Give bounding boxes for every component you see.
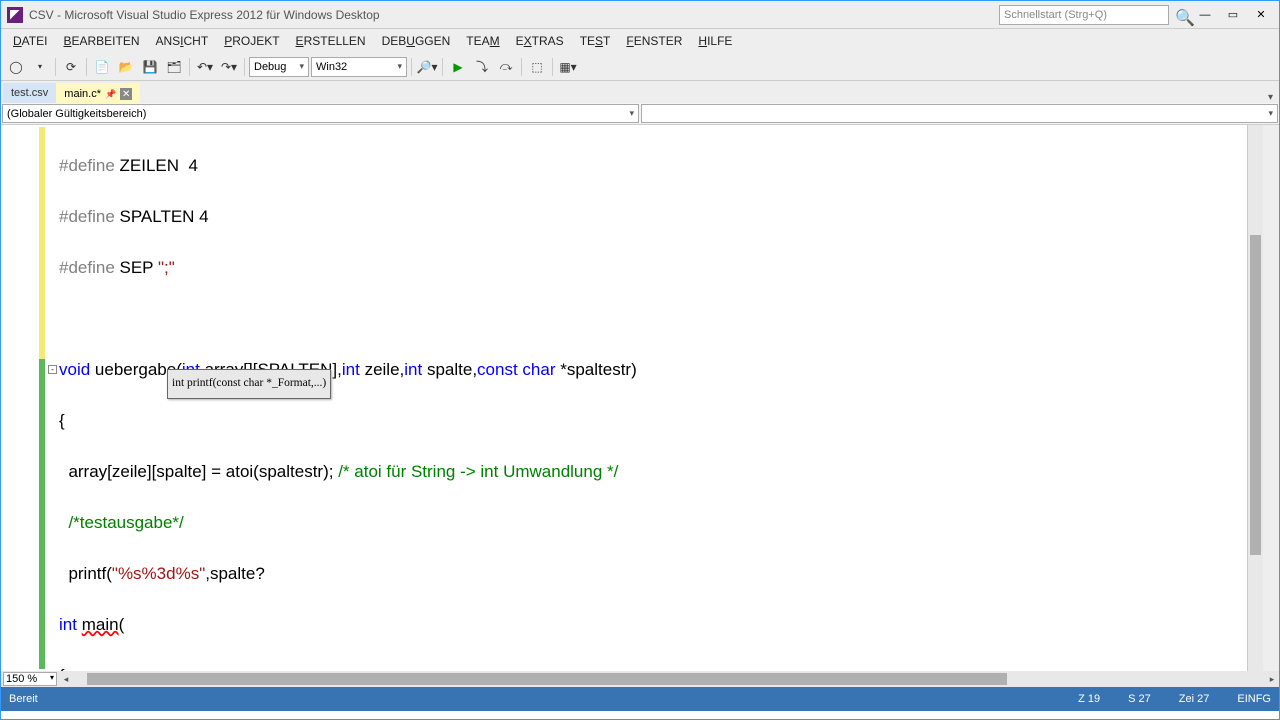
undo-button[interactable]: ↶▾ [194,56,216,78]
menu-fenster[interactable]: FENSTER [618,32,690,50]
member-dropdown[interactable] [641,104,1278,123]
navigation-bar: (Globaler Gültigkeitsbereich) [1,103,1279,125]
vs-icon [7,7,23,23]
gutter: - [1,125,59,671]
minimize-button[interactable]: — [1193,5,1217,25]
hscroll-thumb[interactable] [87,673,1007,685]
tab-testcsv[interactable]: test.csv [3,83,56,103]
platform-dropdown[interactable]: Win32 [311,57,407,77]
menu-ansicht[interactable]: ANSICHT [147,32,216,50]
start-debug-button[interactable]: ▶ [447,56,469,78]
step-over-button[interactable]: ⤼ [495,56,517,78]
status-char: Zei 27 [1179,693,1210,705]
tab-mainc[interactable]: main.c* 📌 ✕ [56,83,140,103]
menu-hilfe[interactable]: HILFE [690,32,740,50]
nav-fwd-button[interactable]: ▾ [29,56,51,78]
new-file-button[interactable]: 📄 [91,56,113,78]
vscroll-thumb[interactable] [1250,235,1261,555]
save-all-button[interactable]: 🗂 [163,56,185,78]
menu-bearbeiten[interactable]: BEARBEITEN [55,32,147,50]
scope-dropdown[interactable]: (Globaler Gültigkeitsbereich) [2,104,639,123]
horizontal-scrollbar-row: 150 % ◂ ▸ [1,671,1279,687]
search-icon[interactable]: 🔍 [1175,8,1189,22]
tab-overflow[interactable]: ▾ [1268,92,1279,103]
btn-ext2[interactable]: ▦▾ [557,56,579,78]
document-tabs: test.csv main.c* 📌 ✕ ▾ [1,81,1279,103]
vertical-scrollbar[interactable] [1247,125,1263,671]
code-area[interactable]: #define ZEILEN 4 #define SPALTEN 4 #defi… [59,125,1247,671]
menu-erstellen[interactable]: ERSTELLEN [288,32,374,50]
status-col: S 27 [1128,693,1151,705]
pin-icon[interactable]: 📌 [105,89,116,100]
hscroll-right[interactable]: ▸ [1265,674,1279,685]
config-dropdown[interactable]: Debug [249,57,309,77]
editor: - #define ZEILEN 4 #define SPALTEN 4 #de… [1,125,1279,671]
tab-close-button[interactable]: ✕ [120,88,132,100]
step-into-button[interactable]: ⤵ [471,56,493,78]
title-bar: CSV - Microsoft Visual Studio Express 20… [1,1,1279,29]
refresh-button[interactable]: ⟳ [60,56,82,78]
status-bar: Bereit Z 19 S 27 Zei 27 EINFG [1,687,1279,711]
horizontal-scrollbar[interactable] [87,673,1251,685]
param-info-tooltip: int printf(const char *_Format,...) [167,369,331,399]
menu-team[interactable]: TEAM [458,32,507,50]
menu-extras[interactable]: EXTRAS [508,32,572,50]
menu-bar: DATEI BEARBEITEN ANSICHT PROJEKT ERSTELL… [1,29,1279,53]
btn-ext1[interactable]: ⬚ [526,56,548,78]
menu-datei[interactable]: DATEI [5,32,55,50]
menu-test[interactable]: TEST [572,32,619,50]
menu-debuggen[interactable]: DEBUGGEN [374,32,459,50]
close-button[interactable]: ✕ [1249,5,1273,25]
status-ready: Bereit [9,693,38,705]
fold-toggle[interactable]: - [48,365,57,374]
nav-back-button[interactable]: ◯ [5,56,27,78]
window-title: CSV - Microsoft Visual Studio Express 20… [29,8,999,22]
split-handle[interactable] [1263,125,1279,671]
menu-projekt[interactable]: PROJEKT [216,32,287,50]
save-button[interactable]: 💾 [139,56,161,78]
status-insert: EINFG [1237,693,1271,705]
zoom-dropdown[interactable]: 150 % [3,672,57,686]
find-button[interactable]: 🔎▾ [416,56,438,78]
maximize-button[interactable]: ▭ [1221,5,1245,25]
open-button[interactable]: 📂 [115,56,137,78]
status-line: Z 19 [1078,693,1100,705]
redo-button[interactable]: ↷▾ [218,56,240,78]
quick-launch-input[interactable]: Schnellstart (Strg+Q) [999,5,1169,25]
hscroll-left[interactable]: ◂ [59,674,73,685]
toolbar: ◯ ▾ ⟳ 📄 📂 💾 🗂 ↶▾ ↷▾ Debug Win32 🔎▾ ▶ ⤵ ⤼… [1,53,1279,81]
